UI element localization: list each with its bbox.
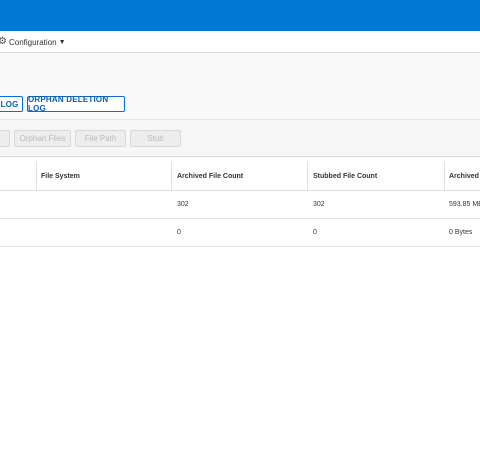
table-cell-stubbed-file-count: 302	[313, 200, 325, 208]
table-row[interactable]: 0 0 0 Bytes	[0, 218, 480, 247]
table-cell-file-system	[36, 190, 172, 218]
table-cell	[0, 190, 36, 218]
table-cell-stubbed-file-count: 0	[313, 228, 317, 236]
column-divider[interactable]	[307, 162, 308, 190]
orphan-files-label: Orphan Files	[19, 134, 66, 143]
column-header-file-system[interactable]: File System	[36, 162, 172, 190]
app-header-bar	[0, 0, 480, 31]
orphan-deletion-log-label: ORPHAN DELETION LOG	[28, 95, 109, 113]
column-divider[interactable]	[444, 162, 445, 190]
table-cell-archived-file-count: 0	[177, 228, 181, 236]
caret-down-icon: ▼	[58, 38, 66, 46]
table-cell-archived-file-size: 0 Bytes	[449, 228, 473, 236]
stub-button[interactable]: Stub	[130, 130, 181, 147]
toolbar	[0, 120, 480, 157]
menu-bar: ⚙ Configuration ▼	[0, 31, 480, 53]
column-divider[interactable]	[36, 162, 37, 190]
log-button[interactable]: LOG	[0, 96, 23, 112]
table-header-row: File System Archived File Count Stubbed …	[0, 162, 480, 191]
data-table: File System Archived File Count Stubbed …	[0, 157, 480, 474]
orphan-deletion-log-button[interactable]: ORPHAN DELETION LOG	[27, 95, 125, 113]
gear-icon: ⚙	[0, 36, 7, 47]
table-cell-archived-file-size: 593.85 MB	[449, 200, 480, 208]
table-cell-archived-file-count: 302	[177, 200, 189, 208]
column-header-archived-file-count[interactable]: Archived File Count	[172, 162, 308, 190]
file-path-label: File Path	[84, 134, 117, 143]
column-header[interactable]	[0, 162, 36, 190]
column-header-stubbed-file-count[interactable]: Stubbed File Count	[308, 162, 444, 190]
table-cell-file-system	[36, 218, 172, 246]
toolbar-button-partial[interactable]	[0, 130, 10, 147]
column-header-archived-file-size[interactable]: Archived Fi	[444, 162, 480, 190]
file-path-button[interactable]: File Path	[75, 130, 126, 147]
log-button-label: LOG	[0, 99, 19, 109]
table-row[interactable]: 302 302 593.85 MB	[0, 190, 480, 219]
configuration-menu-label: Configuration	[8, 37, 57, 47]
configuration-menu[interactable]: ⚙ Configuration ▼	[0, 35, 66, 49]
stub-label: Stub	[147, 134, 164, 143]
column-divider[interactable]	[171, 162, 172, 190]
table-cell	[0, 218, 36, 246]
orphan-files-button[interactable]: Orphan Files	[14, 130, 71, 147]
